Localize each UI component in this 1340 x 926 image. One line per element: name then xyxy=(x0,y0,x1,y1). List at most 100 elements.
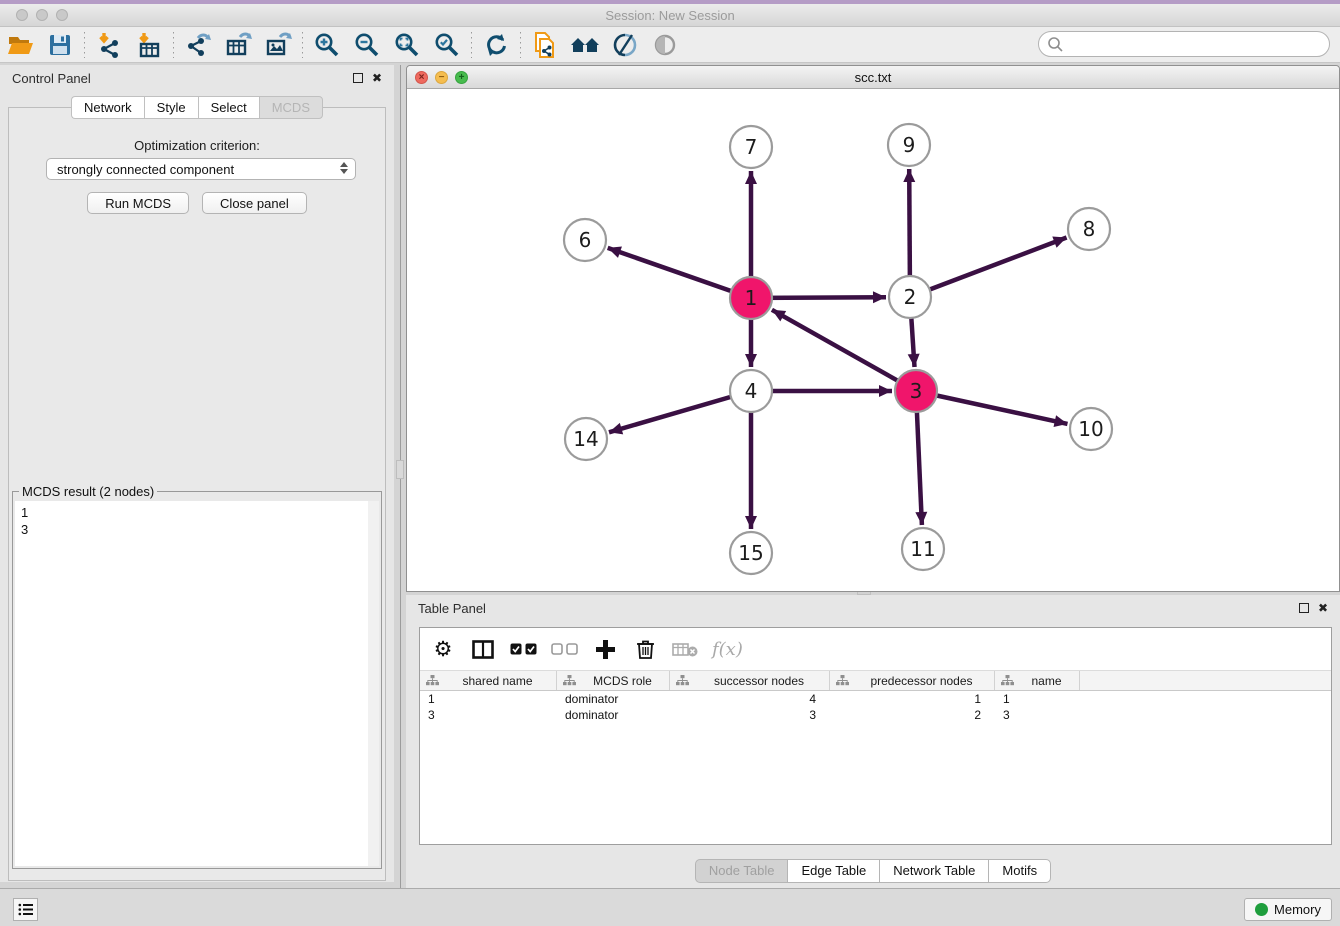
mcds-result-box: MCDS result (2 nodes) 13 xyxy=(12,491,382,869)
vertical-splitter-handle[interactable] xyxy=(396,460,404,479)
toolbar-separator xyxy=(173,32,174,58)
export-table-icon[interactable] xyxy=(218,29,258,61)
run-mcds-button[interactable]: Run MCDS xyxy=(87,192,189,214)
dropdown-stepper-icon xyxy=(340,162,348,174)
search-input[interactable] xyxy=(1064,37,1314,52)
table-cell[interactable]: 1 xyxy=(420,692,557,706)
table-cell[interactable]: dominator xyxy=(557,692,670,706)
float-panel-icon[interactable] xyxy=(353,73,363,83)
table-settings-icon[interactable]: ⚙ xyxy=(430,637,456,662)
table-panel-title: Table Panel xyxy=(418,601,486,616)
result-scrollbar[interactable] xyxy=(368,501,379,866)
mcds-result-title: MCDS result (2 nodes) xyxy=(19,484,157,499)
export-image-icon[interactable] xyxy=(258,29,298,61)
table-body: 1dominator4113dominator323 xyxy=(420,691,1331,723)
open-file-icon[interactable] xyxy=(0,29,40,61)
tab-network-table[interactable]: Network Table xyxy=(879,859,988,883)
delete-column-icon[interactable] xyxy=(632,639,658,660)
show-column-icon[interactable] xyxy=(470,640,496,659)
mcds-result-area[interactable]: 13 xyxy=(15,501,379,866)
refresh-layout-icon[interactable] xyxy=(476,29,516,61)
table-cell[interactable]: 4 xyxy=(670,692,830,706)
column-tree-icon xyxy=(836,675,849,686)
style-icon[interactable] xyxy=(605,29,645,61)
table-row[interactable]: 1dominator411 xyxy=(420,691,1331,707)
task-list-icon xyxy=(18,903,34,916)
column-header-mcds-role[interactable]: MCDS role xyxy=(557,671,670,690)
close-panel-icon[interactable]: ✖ xyxy=(372,72,382,84)
column-header-name[interactable]: name xyxy=(995,671,1080,690)
app-titlebar: Session: New Session xyxy=(0,4,1340,27)
close-panel-button[interactable]: Close panel xyxy=(202,192,307,214)
status-bar: Memory xyxy=(0,888,1340,926)
network-canvas[interactable]: 1234678910111415 xyxy=(407,89,1339,591)
tab-style[interactable]: Style xyxy=(144,96,198,119)
zoom-out-icon[interactable] xyxy=(347,29,387,61)
graph-edge-4-14[interactable] xyxy=(609,391,751,432)
show-hide-icon[interactable] xyxy=(645,29,685,61)
column-header-shared-name[interactable]: shared name xyxy=(420,671,557,690)
column-header-predecessor-nodes[interactable]: predecessor nodes xyxy=(830,671,995,690)
app-title: Session: New Session xyxy=(0,8,1340,23)
import-network-icon[interactable] xyxy=(89,29,129,61)
zoom-selected-icon[interactable] xyxy=(427,29,467,61)
float-table-panel-icon[interactable] xyxy=(1299,603,1309,613)
duplicate-network-icon[interactable] xyxy=(525,29,565,61)
graph-edge-3-10[interactable] xyxy=(916,391,1068,424)
unselect-all-columns-icon[interactable] xyxy=(551,643,578,655)
graph-node-label: 1 xyxy=(745,286,758,310)
table-cell[interactable]: 1 xyxy=(830,692,995,706)
column-header-successor-nodes[interactable]: successor nodes xyxy=(670,671,830,690)
graph-edge-3-1[interactable] xyxy=(772,310,916,391)
table-toolbar: ⚙ f(x) xyxy=(420,628,1331,671)
export-network-icon[interactable] xyxy=(178,29,218,61)
save-session-icon[interactable] xyxy=(40,29,80,61)
mcds-panel: Optimization criterion: strongly connect… xyxy=(8,107,386,881)
tab-select[interactable]: Select xyxy=(198,96,259,119)
table-cell[interactable]: 2 xyxy=(830,708,995,722)
column-tree-icon xyxy=(426,675,439,686)
task-history-button[interactable] xyxy=(13,898,38,921)
tab-edge-table[interactable]: Edge Table xyxy=(787,859,879,883)
create-column-icon[interactable] xyxy=(592,639,618,660)
tab-node-table[interactable]: Node Table xyxy=(695,859,788,883)
function-builder-icon[interactable]: f(x) xyxy=(712,639,743,660)
tab-network[interactable]: Network xyxy=(71,96,144,119)
close-table-panel-icon[interactable]: ✖ xyxy=(1318,602,1328,614)
control-panel-title: Control Panel xyxy=(12,71,91,86)
zoom-in-icon[interactable] xyxy=(307,29,347,61)
table-cell[interactable]: 3 xyxy=(995,708,1080,722)
toolbar-separator xyxy=(520,32,521,58)
table-cell[interactable]: dominator xyxy=(557,708,670,722)
network-window-titlebar[interactable]: × − + scc.txt xyxy=(407,66,1339,89)
import-table-icon[interactable] xyxy=(129,29,169,61)
optimization-criterion-dropdown[interactable]: strongly connected component xyxy=(46,158,356,180)
tab-mcds[interactable]: MCDS xyxy=(259,96,323,119)
network-graph[interactable]: 1234678910111415 xyxy=(407,89,1339,591)
result-line: 3 xyxy=(21,521,379,538)
table-cell[interactable]: 3 xyxy=(420,708,557,722)
graph-edge-1-6[interactable] xyxy=(608,248,751,298)
graph-node-label: 8 xyxy=(1083,217,1096,241)
network-window-title: scc.txt xyxy=(407,70,1339,85)
toolbar-separator xyxy=(84,32,85,58)
network-view-window: × − + scc.txt 1234678910111415 xyxy=(406,65,1340,592)
search-field[interactable] xyxy=(1038,31,1330,57)
table-panel: Table Panel ✖ ⚙ f(x) xyxy=(406,595,1340,888)
tab-motifs[interactable]: Motifs xyxy=(988,859,1051,883)
control-panel-header: Control Panel ✖ xyxy=(0,65,394,91)
zoom-fit-icon[interactable] xyxy=(387,29,427,61)
select-all-columns-icon[interactable] xyxy=(510,643,537,655)
delete-table-icon[interactable] xyxy=(672,642,698,657)
graph-node-label: 11 xyxy=(910,537,935,561)
graph-edge-2-8[interactable] xyxy=(910,238,1067,298)
graph-node-label: 6 xyxy=(579,228,592,252)
table-row[interactable]: 3dominator323 xyxy=(420,707,1331,723)
graph-node-label: 9 xyxy=(903,133,916,157)
table-cell[interactable]: 1 xyxy=(995,692,1080,706)
main-toolbar xyxy=(0,27,1340,63)
memory-button[interactable]: Memory xyxy=(1244,898,1332,921)
first-neighbors-icon[interactable] xyxy=(565,29,605,61)
optimization-criterion-label: Optimization criterion: xyxy=(9,138,385,153)
table-cell[interactable]: 3 xyxy=(670,708,830,722)
